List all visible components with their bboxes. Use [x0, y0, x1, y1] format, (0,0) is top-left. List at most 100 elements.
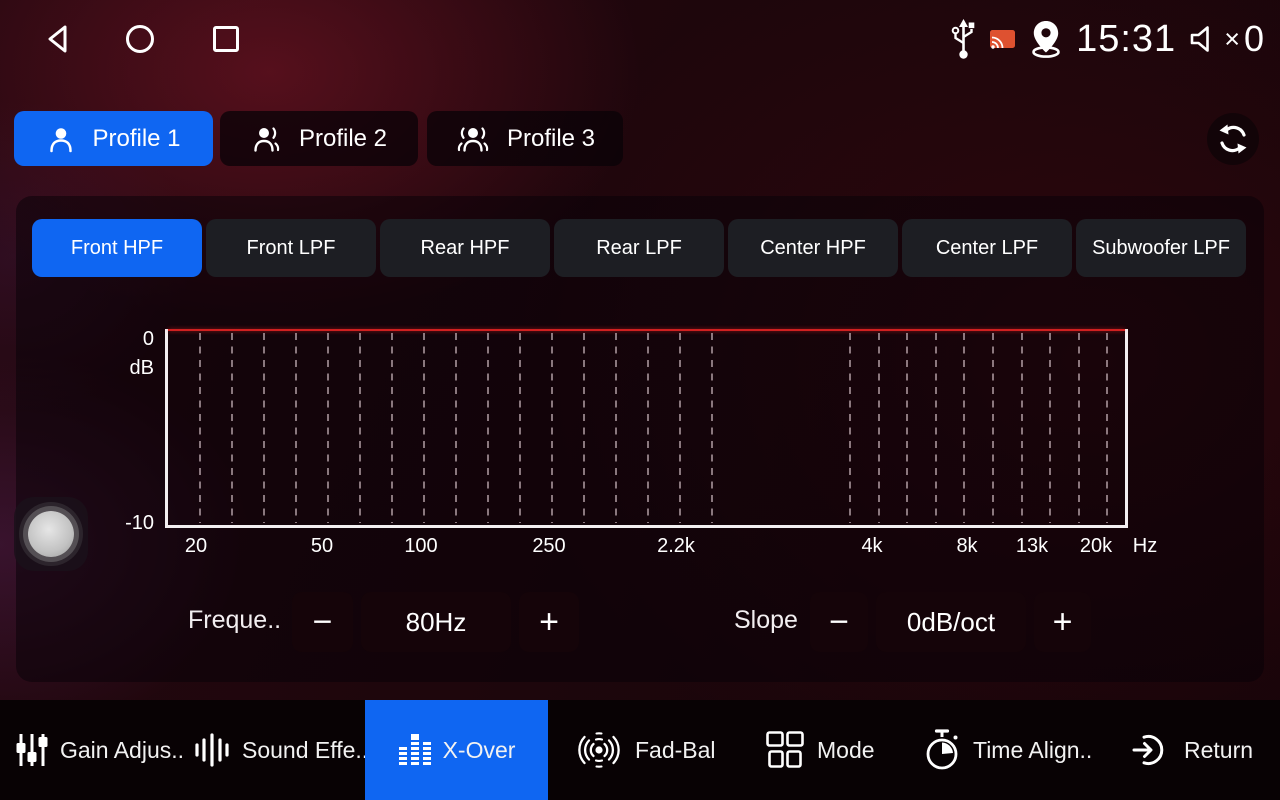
gridline	[487, 333, 489, 523]
gridline	[551, 333, 553, 523]
nav-fad-bal[interactable]: Fad-Bal	[574, 700, 716, 800]
gridline	[327, 333, 329, 523]
y-axis-max-label: 0	[98, 328, 154, 351]
gridline	[963, 333, 965, 523]
tab-rear-hpf[interactable]: Rear HPF	[380, 219, 550, 277]
profile-2-button[interactable]: Profile 2	[220, 111, 418, 166]
nav-mode[interactable]: Mode	[764, 700, 875, 800]
tab-center-lpf[interactable]: Center LPF	[902, 219, 1072, 277]
slope-minus-button[interactable]: −	[810, 592, 868, 652]
android-home-button[interactable]	[120, 19, 160, 59]
status-bar-right: 15:31 × 0	[950, 0, 1264, 78]
home-circle-icon	[121, 20, 159, 58]
assist-dot-icon	[28, 511, 74, 557]
plus-icon: +	[539, 603, 559, 642]
minus-icon: −	[313, 603, 333, 642]
gridline	[455, 333, 457, 523]
profile-3-button[interactable]: Profile 3	[427, 111, 623, 166]
x-tick: 13k	[1016, 535, 1048, 558]
grid-squares-icon	[764, 729, 806, 771]
tab-label: Subwoofer LPF	[1092, 237, 1230, 260]
frequency-label: Freque..	[188, 606, 281, 635]
gridline	[231, 333, 233, 523]
nav-x-over[interactable]: X-Over	[365, 700, 548, 800]
x-tick: 20	[185, 535, 207, 558]
nav-label: Sound Effe..	[242, 737, 368, 764]
gridline	[1106, 333, 1108, 523]
gridline	[849, 333, 851, 523]
nav-time-align[interactable]: Time Align..	[922, 700, 1092, 800]
nav-return[interactable]: Return	[1131, 700, 1253, 800]
gridline	[878, 333, 880, 523]
gridline	[1021, 333, 1023, 523]
tab-label: Center HPF	[760, 237, 866, 260]
equalizer-bars-icon	[398, 733, 432, 767]
gridline	[935, 333, 937, 523]
slope-label: Slope	[734, 606, 798, 635]
profile-label: Profile 2	[299, 125, 387, 153]
x-axis-unit: Hz	[1133, 535, 1157, 558]
floating-assist-button[interactable]	[14, 497, 88, 571]
tab-center-hpf[interactable]: Center HPF	[728, 219, 898, 277]
x-tick: 50	[311, 535, 333, 558]
nav-label: Return	[1184, 737, 1253, 764]
x-tick: 20k	[1080, 535, 1112, 558]
x-tick: 250	[532, 535, 565, 558]
gridline	[1078, 333, 1080, 523]
nav-label: Fad-Bal	[635, 737, 716, 764]
nav-label: X-Over	[443, 737, 516, 764]
usb-icon	[950, 18, 977, 60]
tab-front-hpf[interactable]: Front HPF	[32, 219, 202, 277]
user-3-icon	[455, 124, 491, 154]
gridline	[583, 333, 585, 523]
reset-button[interactable]	[1207, 113, 1259, 165]
gridline	[295, 333, 297, 523]
bottom-nav-bar: Gain Adjus.. Sound Effe.. X-Ov	[0, 700, 1280, 800]
gridline	[519, 333, 521, 523]
gain-sliders-icon	[15, 732, 49, 768]
tab-label: Rear HPF	[421, 237, 510, 260]
response-curve-line	[168, 329, 1125, 331]
tab-front-lpf[interactable]: Front LPF	[206, 219, 376, 277]
nav-gain-adjust[interactable]: Gain Adjus..	[15, 700, 184, 800]
x-tick: 100	[404, 535, 437, 558]
slope-plus-button[interactable]: +	[1034, 592, 1091, 652]
location-icon	[1028, 19, 1064, 59]
volume-status: × 0	[1188, 18, 1264, 60]
frequency-value: 80Hz	[361, 592, 511, 652]
user-2-icon	[251, 124, 283, 154]
frequency-plus-button[interactable]: +	[519, 592, 579, 652]
android-back-button[interactable]	[38, 19, 78, 59]
profile-1-button[interactable]: Profile 1	[14, 111, 213, 166]
android-recents-button[interactable]	[206, 19, 246, 59]
volume-level: 0	[1244, 18, 1264, 60]
gridline	[906, 333, 908, 523]
x-tick: 2.2k	[657, 535, 695, 558]
gridline	[711, 333, 713, 523]
clock-time: 15:31	[1076, 18, 1176, 61]
screen: 15:31 × 0 Profile 1	[0, 0, 1280, 800]
mute-x-mark: ×	[1224, 24, 1240, 55]
recents-square-icon	[207, 20, 245, 58]
cast-icon	[989, 29, 1016, 50]
gridline	[423, 333, 425, 523]
nav-sound-effect[interactable]: Sound Effe..	[193, 700, 368, 800]
tab-label: Front HPF	[71, 237, 163, 260]
nav-label: Time Align..	[973, 737, 1092, 764]
nav-label: Mode	[817, 737, 875, 764]
fader-balance-icon	[574, 726, 624, 774]
back-triangle-icon	[39, 20, 77, 58]
gridline	[359, 333, 361, 523]
waveform-icon	[193, 733, 231, 767]
gridline	[199, 333, 201, 523]
plus-icon: +	[1053, 603, 1073, 642]
tab-label: Rear LPF	[596, 237, 682, 260]
gridline	[992, 333, 994, 523]
frequency-minus-button[interactable]: −	[292, 592, 353, 652]
tab-subwoofer-lpf[interactable]: Subwoofer LPF	[1076, 219, 1246, 277]
tab-label: Front LPF	[247, 237, 336, 260]
y-axis-unit-label: dB	[98, 357, 154, 380]
x-tick: 8k	[956, 535, 977, 558]
speaker-muted-icon	[1188, 23, 1218, 55]
tab-rear-lpf[interactable]: Rear LPF	[554, 219, 724, 277]
